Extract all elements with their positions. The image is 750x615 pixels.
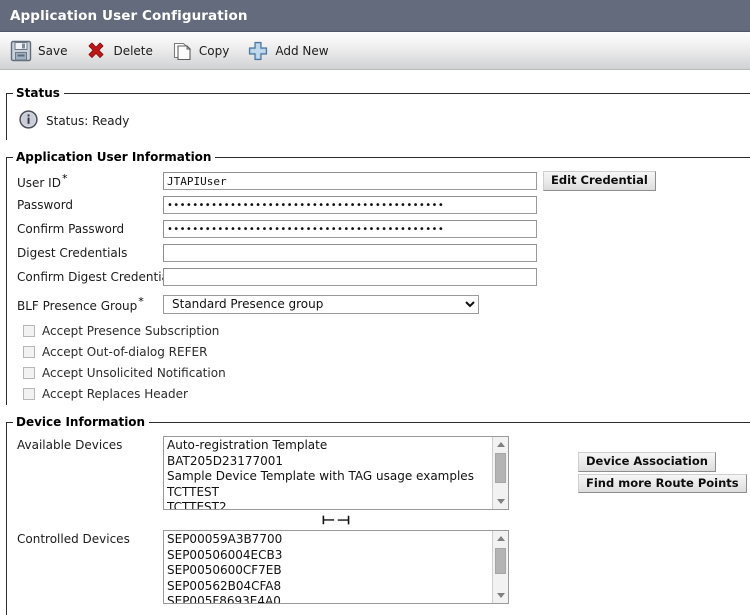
- accept-presence-subscription-checkbox[interactable]: [23, 324, 35, 337]
- delete-label: Delete: [113, 43, 153, 58]
- user-id-input[interactable]: [163, 172, 537, 190]
- accept-presence-subscription-label: Accept Presence Subscription: [42, 323, 220, 338]
- scroll-up-arrow-icon[interactable]: [493, 437, 508, 452]
- copy-label: Copy: [198, 43, 230, 58]
- password-input[interactable]: [163, 196, 537, 214]
- device-association-button[interactable]: Device Association: [578, 452, 716, 472]
- available-devices-scrollbar[interactable]: [492, 437, 508, 509]
- available-devices-options: Auto-registration Template BAT205D231770…: [164, 437, 508, 509]
- blf-presence-group-label: BLF Presence Group*: [7, 295, 163, 313]
- list-item[interactable]: TCTTEST: [167, 485, 508, 501]
- accept-unsolicited-notification-checkbox[interactable]: [23, 366, 35, 379]
- password-row: Password: [7, 194, 750, 216]
- scroll-down-arrow-icon[interactable]: [493, 588, 508, 603]
- list-item[interactable]: SEP005F8693E4A0: [167, 594, 508, 603]
- confirm-digest-credentials-label: Confirm Digest Credentials: [7, 270, 178, 284]
- confirm-password-label: Confirm Password: [7, 222, 163, 236]
- confirm-password-row: Confirm Password: [7, 218, 750, 240]
- digest-credentials-label: Digest Credentials: [7, 246, 163, 260]
- info-icon: [19, 110, 38, 132]
- digest-credentials-input[interactable]: [163, 244, 537, 262]
- controlled-devices-options: SEP00059A3B7700 SEP00506004ECB3 SEP00506…: [164, 531, 508, 603]
- delete-button[interactable]: Delete: [85, 40, 153, 62]
- chevron-up-icon[interactable]: ⟞: [338, 511, 350, 527]
- accept-out-of-dialog-refer-checkbox[interactable]: [23, 345, 35, 358]
- digest-credentials-label-text: Digest Credentials: [17, 246, 128, 260]
- list-item[interactable]: TCTTEST2: [167, 500, 508, 509]
- copy-button[interactable]: Copy: [171, 40, 229, 62]
- scroll-up-arrow-icon[interactable]: [493, 531, 508, 546]
- accept-options-list: Accept Presence Subscription Accept Out-…: [7, 320, 750, 404]
- blf-presence-group-row: BLF Presence Group* Standard Presence gr…: [7, 293, 750, 315]
- list-item[interactable]: Sample Device Template with TAG usage ex…: [167, 469, 508, 485]
- save-icon: [10, 40, 32, 62]
- status-group-legend: Status: [16, 86, 60, 100]
- add-new-button[interactable]: Add New: [247, 40, 329, 62]
- list-item[interactable]: SEP00562B04CFA8: [167, 579, 508, 595]
- edit-credential-button[interactable]: Edit Credential: [543, 171, 656, 191]
- scroll-down-arrow-icon[interactable]: [493, 494, 508, 509]
- accept-replaces-header-checkbox[interactable]: [23, 387, 35, 400]
- confirm-digest-credentials-input[interactable]: [163, 268, 537, 286]
- device-information-legend: Device Information: [16, 415, 146, 429]
- status-text: Status: Ready: [46, 114, 130, 128]
- save-button[interactable]: Save: [10, 40, 67, 62]
- controlled-devices-scrollbar[interactable]: [492, 531, 508, 603]
- save-label: Save: [38, 43, 68, 58]
- list-item[interactable]: SEP0050600CF7EB: [167, 563, 508, 579]
- list-item[interactable]: Auto-registration Template: [167, 438, 508, 454]
- accept-unsolicited-notification-row[interactable]: Accept Unsolicited Notification: [7, 362, 750, 383]
- application-user-information-group: Application User Information User ID* Ed…: [6, 150, 750, 405]
- main-toolbar: Save Delete Copy Add New: [0, 32, 750, 70]
- device-information-group: Device Information Available Devices Aut…: [6, 415, 750, 615]
- accept-presence-subscription-row[interactable]: Accept Presence Subscription: [7, 320, 750, 341]
- controlled-devices-row: Controlled Devices SEP00059A3B7700 SEP00…: [7, 530, 750, 604]
- user-id-required-marker: *: [61, 172, 68, 185]
- device-action-buttons: Device Association Find more Route Point…: [578, 452, 747, 494]
- password-label: Password: [7, 198, 163, 212]
- accept-replaces-header-row[interactable]: Accept Replaces Header: [7, 383, 750, 404]
- controlled-devices-label: Controlled Devices: [17, 532, 130, 546]
- accept-unsolicited-notification-label: Accept Unsolicited Notification: [42, 365, 226, 380]
- application-user-information-legend: Application User Information: [16, 150, 212, 164]
- confirm-password-input[interactable]: [163, 220, 537, 238]
- page-title: Application User Configuration: [10, 7, 248, 24]
- available-devices-label: Available Devices: [17, 438, 123, 452]
- available-devices-listbox[interactable]: Auto-registration Template BAT205D231770…: [163, 436, 509, 510]
- copy-icon: [171, 40, 193, 62]
- user-id-label: User ID*: [7, 172, 163, 190]
- window-title-bar: Application User Configuration: [0, 0, 750, 32]
- user-id-label-text: User ID: [17, 176, 61, 190]
- blf-presence-group-label-text: BLF Presence Group: [17, 299, 138, 313]
- add-new-label: Add New: [275, 43, 329, 58]
- delete-icon: [85, 40, 107, 62]
- confirm-password-label-text: Confirm Password: [17, 222, 125, 236]
- blf-presence-group-required-marker: *: [138, 295, 144, 308]
- accept-out-of-dialog-refer-row[interactable]: Accept Out-of-dialog REFER: [7, 341, 750, 362]
- password-label-text: Password: [17, 198, 74, 212]
- confirm-digest-credentials-row: Confirm Digest Credentials: [7, 266, 750, 288]
- accept-out-of-dialog-refer-label: Accept Out-of-dialog REFER: [42, 344, 208, 359]
- device-swap-arrows: ⟝ ⟞: [163, 510, 509, 528]
- list-item[interactable]: BAT205D23177001: [167, 454, 508, 470]
- scrollbar-thumb[interactable]: [495, 453, 506, 483]
- find-more-route-points-button[interactable]: Find more Route Points: [578, 473, 747, 494]
- scrollbar-thumb[interactable]: [495, 548, 506, 574]
- accept-replaces-header-label: Accept Replaces Header: [42, 386, 188, 401]
- user-id-row: User ID* Edit Credential: [7, 170, 750, 192]
- blf-presence-group-select[interactable]: Standard Presence group: [163, 294, 479, 314]
- status-group: Status Status: Ready: [6, 86, 750, 140]
- add-new-icon: [247, 40, 269, 62]
- list-item[interactable]: SEP00506004ECB3: [167, 548, 508, 564]
- chevron-down-icon[interactable]: ⟝: [322, 511, 334, 527]
- confirm-digest-credentials-label-text: Confirm Digest Credentials: [17, 270, 179, 284]
- controlled-devices-listbox[interactable]: SEP00059A3B7700 SEP00506004ECB3 SEP00506…: [163, 530, 509, 604]
- list-item[interactable]: SEP00059A3B7700: [167, 532, 508, 548]
- status-row: Status: Ready: [7, 104, 750, 132]
- digest-credentials-row: Digest Credentials: [7, 242, 750, 264]
